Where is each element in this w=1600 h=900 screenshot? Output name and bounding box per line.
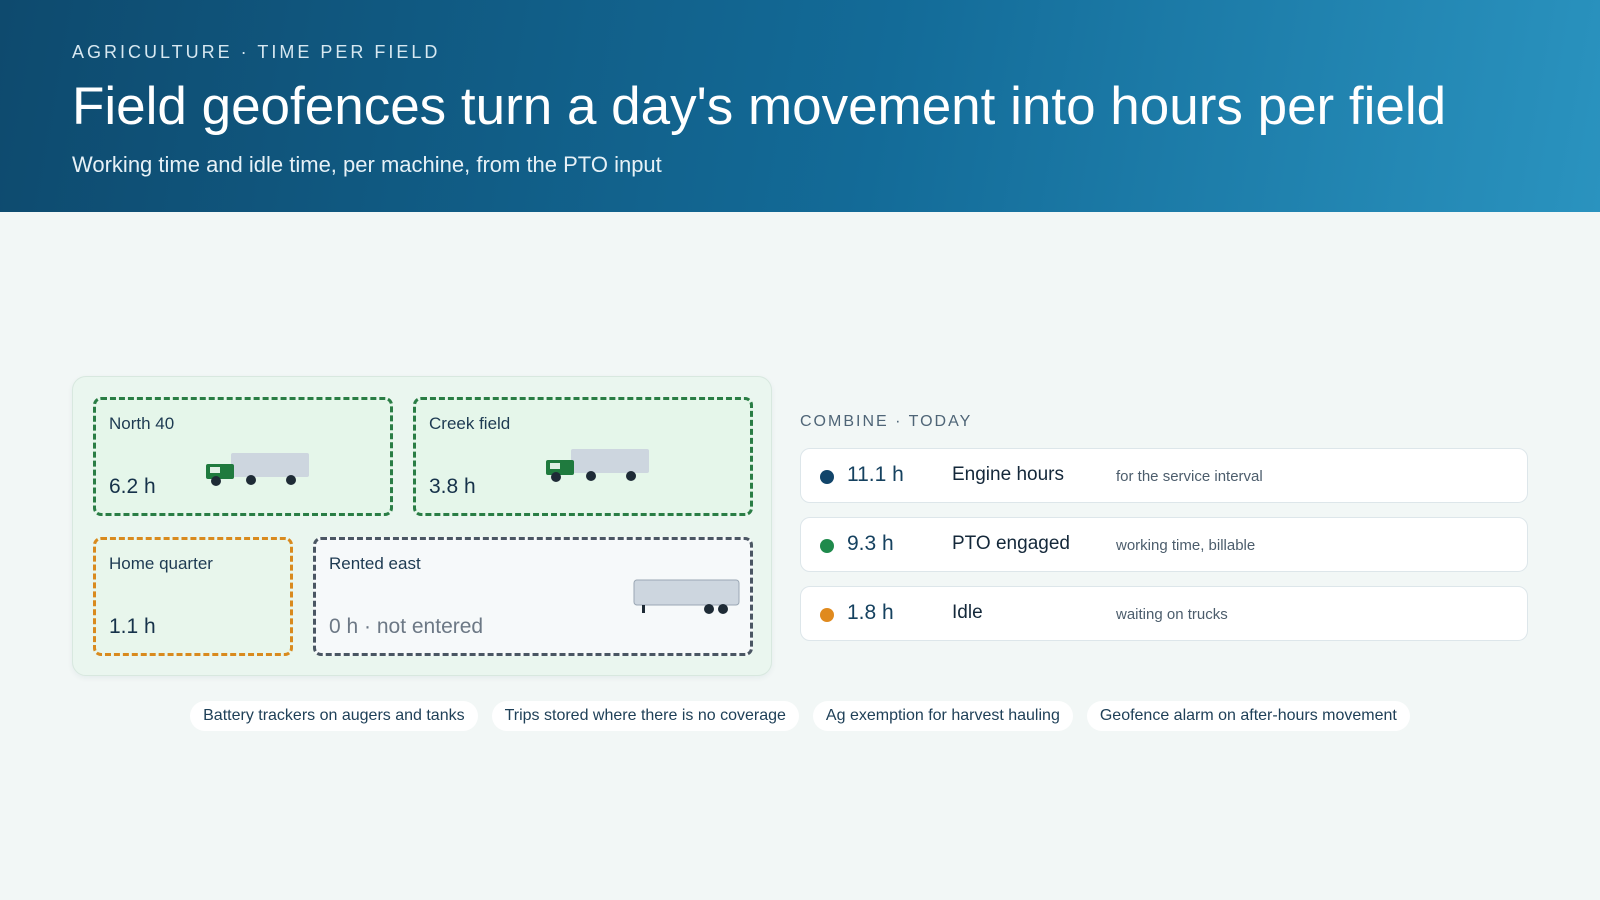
metric-label: Engine hours [952,464,1064,485]
page-title: Field geofences turn a day's movement in… [72,77,1447,136]
field-creek[interactable]: Creek field 3.8 h [413,397,753,516]
field-name: Creek field [429,414,511,433]
feature-chip: Geofence alarm on after-hours movement [1086,701,1410,731]
status-dot [820,539,834,553]
page-subtitle: Working time and idle time, per machine,… [72,152,662,177]
feature-chip: Battery trackers on augers and tanks [190,701,478,731]
metric-value: 9.3 h [847,532,894,555]
field-name: North 40 [109,414,175,433]
field-name: Rented east [329,554,421,573]
feature-chips: Battery trackers on augers and tanks Tri… [0,701,1600,731]
metric-row-pto-engaged: 9.3 h PTO engaged working time, billable [800,517,1528,572]
feature-chip: Trips stored where there is no coverage [491,701,799,731]
metric-note: for the service interval [1116,468,1263,485]
field-hours: 6.2 h [109,475,156,498]
metric-value: 11.1 h [847,463,904,486]
header-banner: AGRICULTURE · TIME PER FIELD Field geofe… [0,0,1600,212]
field-name: Home quarter [109,554,213,573]
tractor-trailer-icon [546,449,649,482]
status-dot [820,608,834,622]
feature-chip: Ag exemption for harvest hauling [812,701,1073,731]
metric-value: 1.8 h [847,601,894,624]
metric-row-engine-hours: 11.1 h Engine hours for the service inte… [800,448,1528,503]
field-hours: 1.1 h [109,615,156,638]
field-north-40[interactable]: North 40 6.2 h [93,397,393,516]
status-dot [820,470,834,484]
metric-row-idle: 1.8 h Idle waiting on trucks [800,586,1528,641]
field-hours: 0 h · not entered [329,615,484,638]
metric-note: working time, billable [1116,537,1256,554]
field-home-quarter[interactable]: Home quarter 1.1 h [93,537,293,656]
field-hours: 3.8 h [429,475,476,498]
metric-note: waiting on trucks [1116,606,1228,623]
field-map-panel: North 40 6.2 h Creek field 3.8 h Home qu… [72,376,772,676]
tractor-trailer-icon [206,453,309,486]
metric-label: PTO engaged [952,533,1070,554]
eyebrow-label: AGRICULTURE · TIME PER FIELD [72,42,441,62]
trailer-icon [633,579,740,614]
summary-heading: COMBINE · TODAY [800,413,973,430]
metric-label: Idle [952,602,983,623]
field-rented-east[interactable]: Rented east 0 h · not entered [313,537,753,656]
